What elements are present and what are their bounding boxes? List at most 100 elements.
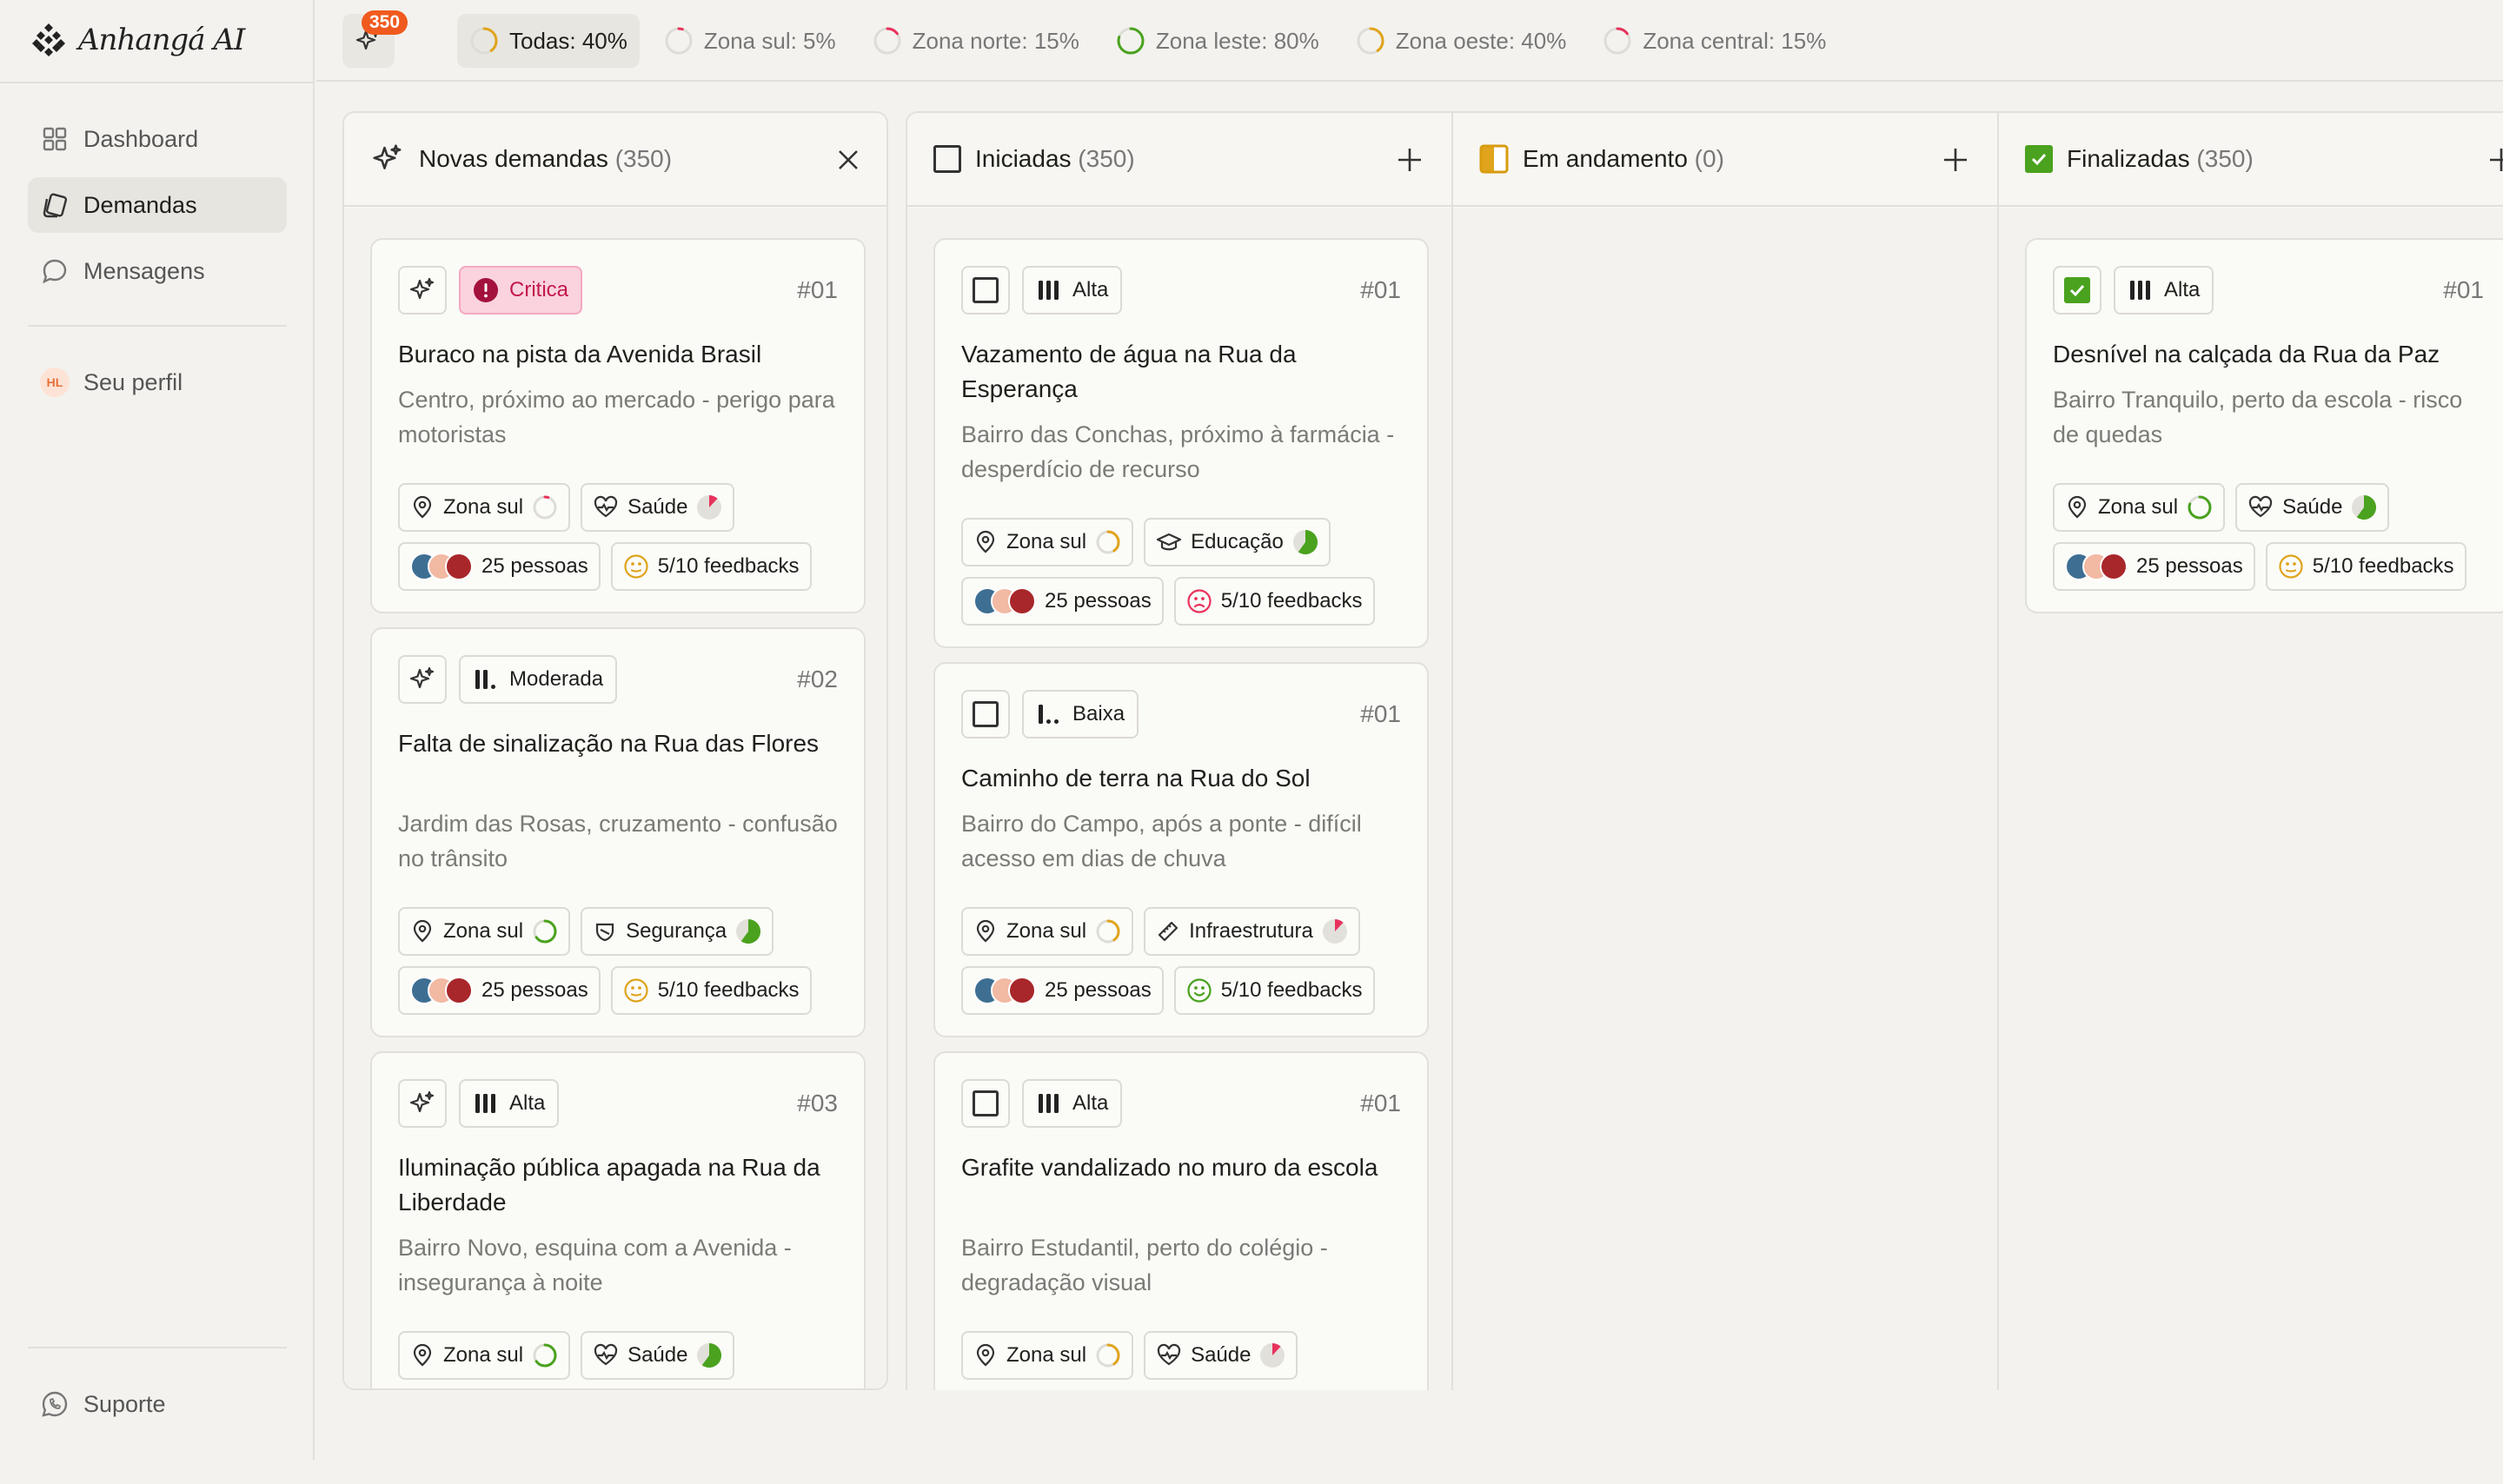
feedback-chip[interactable]: 5/10 feedbacks [1173,577,1375,626]
zone-chip[interactable]: Zona sul [398,1331,571,1380]
progress-ring-icon [1356,26,1385,56]
priority-badge: Alta [459,1079,560,1128]
progress-ring-icon [873,26,902,56]
priority-badge: Baixa [1022,690,1139,739]
zone-chip[interactable]: Zona sul [961,907,1134,956]
card-description: Centro, próximo ao mercado - perigo para… [398,387,835,447]
card-title: Desnível na calçada da Rua da Paz [2053,341,2440,368]
demand-card[interactable]: Alta #01 Grafite vandalizado no muro da … [933,1051,1429,1390]
filter-label: Zona oeste: 40% [1395,27,1567,54]
category-chip[interactable]: Saúde [581,483,735,532]
feedback-chip[interactable]: 5/10 feedbacks [610,542,812,591]
avatar-group [410,977,473,1004]
category-chip[interactable]: Saúde [1144,1331,1298,1380]
column-header: Em andamento (0) [1453,113,1997,207]
filter-label: Zona sul: 5% [703,27,836,54]
select-checkbox[interactable] [961,266,1010,315]
demand-card[interactable]: Alta #01 Desnível na calçada da Rua da P… [2025,238,2503,613]
zone-label: Zona sul [443,495,524,519]
priority-label: Alta [1072,1091,1109,1115]
map-pin-icon [976,530,995,553]
plus-icon[interactable] [2486,144,2503,176]
people-chip[interactable]: 25 pessoas [961,966,1164,1015]
people-chip[interactable]: 25 pessoas [398,966,601,1015]
sidebar: Anhangá AI Dashboard Demandas Mensagens … [0,0,315,1460]
sidebar-item-label: Dashboard [83,125,199,152]
pie-icon [1322,918,1348,944]
filter-zona-oeste[interactable]: Zona oeste: 40% [1344,14,1579,68]
filter-zona-sul[interactable]: Zona sul: 5% [652,14,848,68]
happy-face-icon [1186,977,1212,1004]
select-checkbox[interactable] [2053,266,2101,315]
zone-chip[interactable]: Zona sul [398,907,571,956]
sidebar-item-demandas[interactable]: Demandas [28,177,287,233]
category-label: Saúde [627,1343,688,1367]
avatar: HL [40,368,70,397]
sidebar-item-support[interactable]: Suporte [28,1376,287,1432]
priority-label: Alta [1072,278,1109,301]
feedback-chip[interactable]: 5/10 feedbacks [610,966,812,1015]
category-chip[interactable]: Educação [1144,518,1331,566]
card-description: Bairro Estudantil, perto do colégio - de… [961,1235,1328,1295]
zone-label: Zona sul [443,1343,524,1367]
column-em-andamento: Em andamento (0) [1451,111,1997,1390]
card-title: Grafite vandalizado no muro da escola [961,1154,1378,1181]
feedback-label: 5/10 feedbacks [657,554,800,578]
filter-zona-central[interactable]: Zona central: 15% [1590,14,1838,68]
ai-sparkle-button[interactable] [398,266,447,315]
category-chip[interactable]: Segurança [581,907,774,956]
feedback-chip[interactable]: 5/10 feedbacks [2265,542,2466,591]
people-chip[interactable]: 25 pessoas [398,542,601,591]
progress-ring-icon [664,26,694,56]
zone-chip[interactable]: Zona sul [961,1331,1134,1380]
demand-card[interactable]: Baixa #01 Caminho de terra na Rua do Sol… [933,662,1429,1037]
people-chip[interactable]: 25 pessoas [2053,542,2255,591]
card-title: Buraco na pista da Avenida Brasil [398,341,762,368]
column-title: Finalizadas (350) [2067,145,2254,172]
sidebar-item-profile[interactable]: HL Seu perfil [28,354,287,410]
filter-todas[interactable]: Todas: 40% [457,14,640,68]
demand-card[interactable]: Critica #01 Buraco na pista da Avenida B… [370,238,866,613]
sidebar-item-mensagens[interactable]: Mensagens [28,243,287,299]
people-chip[interactable]: 25 pessoas [961,577,1164,626]
priority-badge: Critica [459,266,583,315]
card-description: Jardim das Rosas, cruzamento - confusão … [398,811,838,871]
priority-label: Alta [2164,278,2201,301]
app-logo[interactable]: Anhangá AI [30,21,245,59]
column-title: Em andamento (0) [1523,145,1724,172]
shield-icon [595,923,614,942]
close-icon[interactable] [833,144,864,176]
card-number: #01 [1360,1090,1401,1116]
progress-ring-icon [1095,918,1121,944]
zone-chip[interactable]: Zona sul [961,518,1134,566]
sidebar-item-dashboard[interactable]: Dashboard [28,111,287,167]
ai-sparkle-button[interactable] [398,1079,447,1128]
category-chip[interactable]: Saúde [2235,483,2390,532]
sidebar-item-label: Suporte [83,1390,166,1417]
select-checkbox[interactable] [961,1079,1010,1128]
notification-badge: 350 [362,10,408,35]
category-chip[interactable]: Infraestrutura [1144,907,1360,956]
feedback-chip[interactable]: 5/10 feedbacks [1173,966,1375,1015]
filter-zona-leste[interactable]: Zona leste: 80% [1104,14,1331,68]
zone-chip[interactable]: Zona sul [398,483,571,532]
topbar: 350 Todas: 40% Zona sul: 5% Zona norte: … [316,0,2503,82]
card-title: Caminho de terra na Rua do Sol [961,765,1311,792]
plus-icon[interactable] [1940,144,1971,176]
signal-bars-icon [1036,1091,1062,1116]
demand-card[interactable]: Moderada #02 Falta de sinalização na Rua… [370,627,866,1037]
progress-ring-icon [1095,529,1121,555]
plus-icon[interactable] [1394,144,1425,176]
map-pin-icon [413,495,432,519]
priority-badge: Alta [1022,266,1123,315]
checked-checkbox-icon [2064,277,2090,303]
zone-chip[interactable]: Zona sul [2053,483,2226,532]
demand-card[interactable]: Alta #01 Vazamento de água na Rua da Esp… [933,238,1429,648]
column-body: Critica #01 Buraco na pista da Avenida B… [344,209,886,1388]
category-chip[interactable]: Saúde [581,1331,735,1380]
filter-zona-norte[interactable]: Zona norte: 15% [860,14,1092,68]
grid-icon [43,127,67,151]
ai-sparkle-button[interactable] [398,655,447,704]
demand-card[interactable]: Alta #03 Iluminação pública apagada na R… [370,1051,866,1388]
select-checkbox[interactable] [961,690,1010,739]
